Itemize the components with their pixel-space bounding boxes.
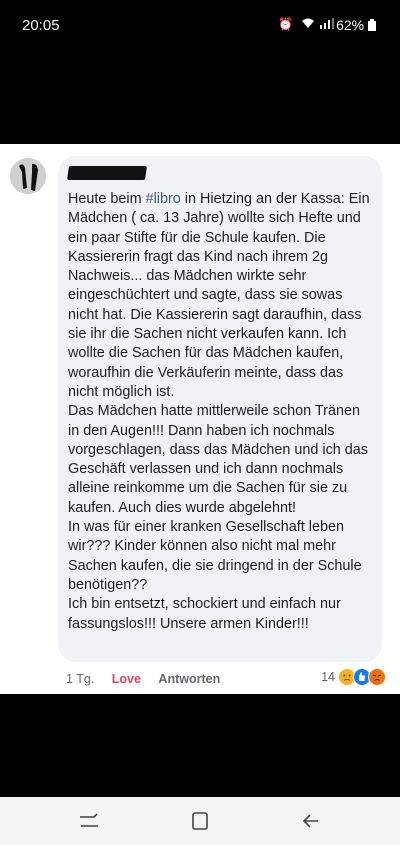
status-time: 20:05 bbox=[22, 17, 60, 34]
recent-apps-icon[interactable] bbox=[74, 807, 104, 835]
comment-text: Heute beim #libro in Hietzing an der Kas… bbox=[68, 190, 374, 634]
status-icons: ⏰ bbox=[278, 17, 334, 31]
bottom-black-area bbox=[0, 694, 400, 797]
top-black-area bbox=[0, 52, 400, 144]
avatar[interactable] bbox=[10, 158, 46, 194]
angry-reaction-icon bbox=[368, 668, 386, 686]
status-bar: 20:05 ⏰ 62% bbox=[0, 0, 400, 52]
redacted-author-name bbox=[67, 166, 147, 180]
back-icon[interactable] bbox=[296, 807, 326, 835]
avatar-silhouette-icon bbox=[10, 158, 46, 194]
comment-actions: 1 Tg. Love Antworten bbox=[66, 672, 234, 686]
system-nav-bar bbox=[0, 797, 400, 845]
reaction-count: 14 bbox=[321, 670, 335, 684]
battery-icon bbox=[368, 19, 376, 31]
reaction-summary[interactable]: 14 bbox=[321, 668, 386, 686]
wifi-icon bbox=[301, 17, 320, 31]
comment-text-body: in Hietzing an der Kassa: Ein Mädchen ( … bbox=[68, 191, 370, 632]
battery-indicator: 62% bbox=[336, 17, 376, 33]
hashtag-link[interactable]: #libro bbox=[146, 191, 181, 207]
home-icon[interactable] bbox=[185, 807, 215, 835]
battery-percent: 62% bbox=[336, 17, 365, 33]
alarm-icon: ⏰ bbox=[278, 17, 296, 31]
reply-button[interactable]: Antworten bbox=[158, 672, 220, 686]
comment-time: 1 Tg. bbox=[66, 672, 95, 686]
comment-text-start: Heute beim bbox=[68, 191, 146, 207]
comment-bubble: Heute beim #libro in Hietzing an der Kas… bbox=[58, 156, 382, 662]
comment-container: Heute beim #libro in Hietzing an der Kas… bbox=[0, 144, 400, 694]
love-button[interactable]: Love bbox=[112, 672, 141, 686]
signal-icon bbox=[320, 17, 334, 31]
